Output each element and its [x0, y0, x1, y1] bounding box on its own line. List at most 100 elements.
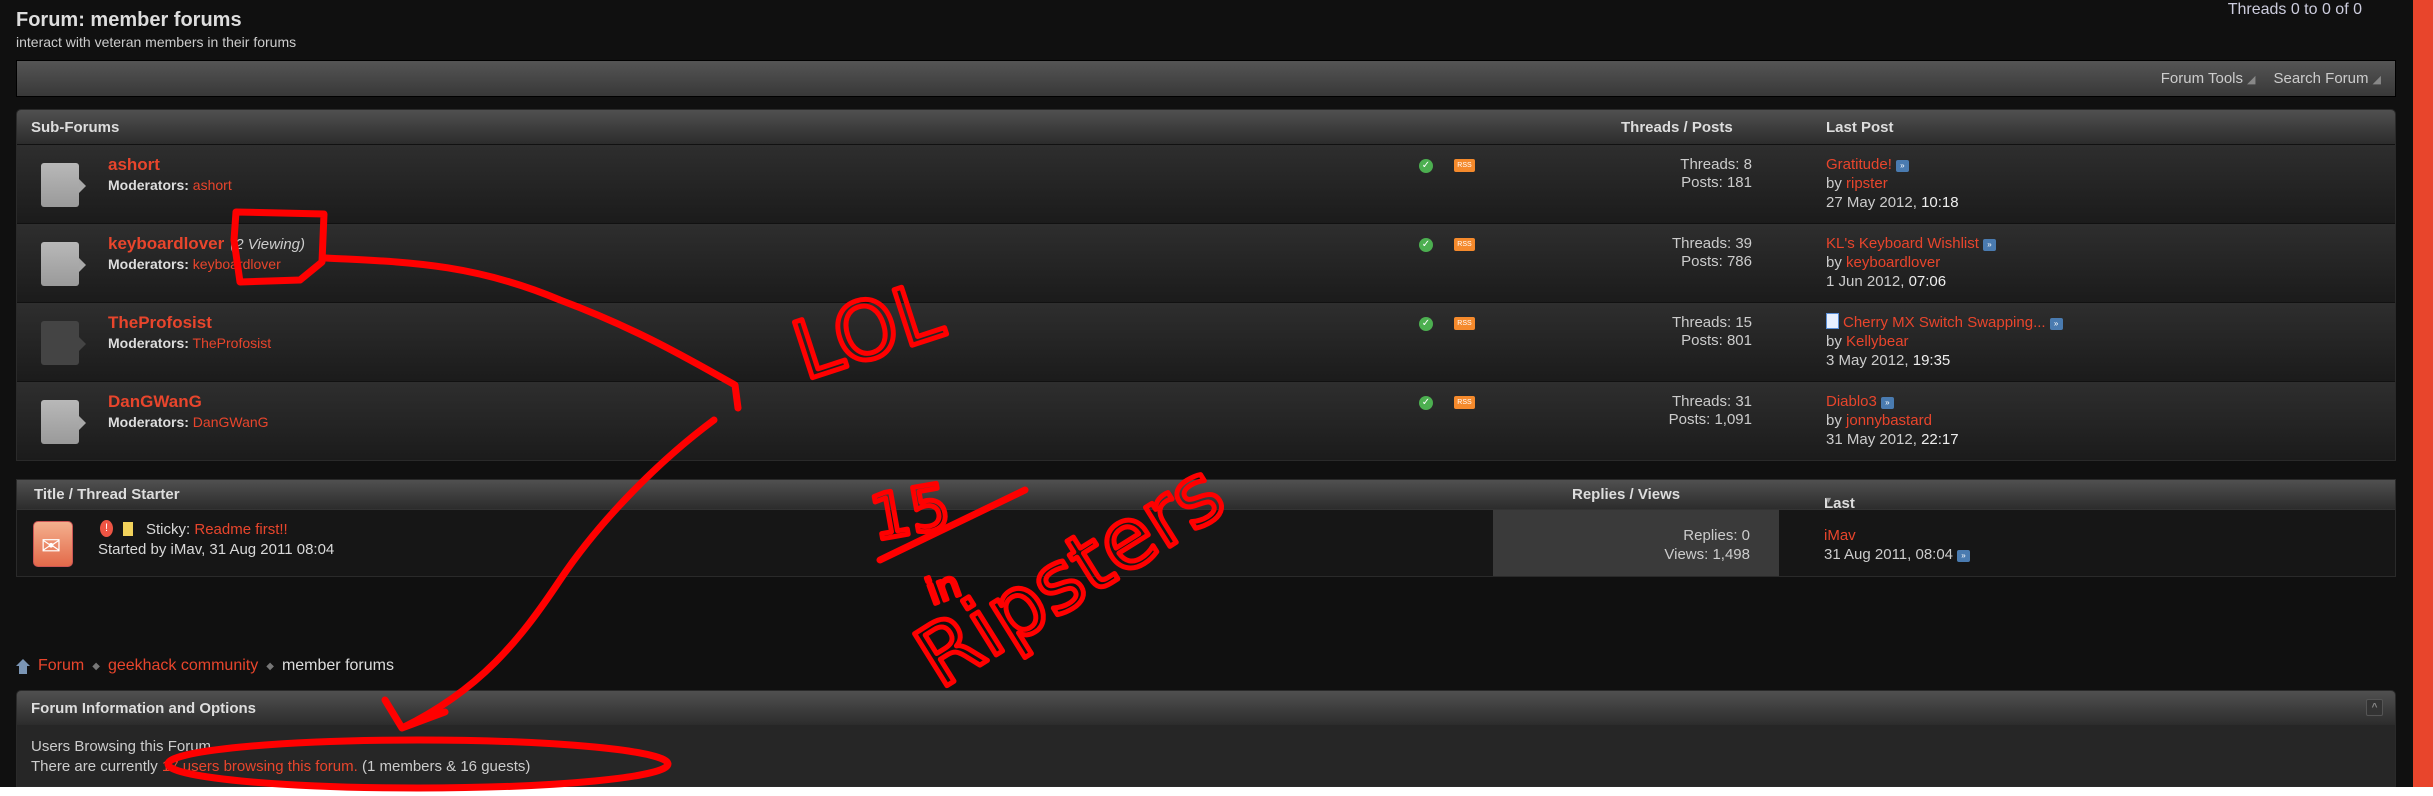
forum-status-icon [41, 242, 86, 286]
breadcrumb-separator-icon: ◆ [266, 660, 274, 672]
page-subtitle: interact with veteran members in their f… [16, 34, 297, 50]
moderator-link[interactable]: keyboardlover [193, 256, 281, 272]
last-poster-link[interactable]: ripster [1846, 175, 1888, 192]
last-poster-link[interactable]: keyboardlover [1846, 254, 1940, 271]
subforum-link[interactable]: ashort [108, 155, 160, 174]
posts-count: Posts: 1,091 [1668, 411, 1752, 428]
subforums-header: Sub-Forums Threads / Posts Last Post [17, 110, 2395, 144]
last-post-link[interactable]: KL's Keyboard Wishlist [1826, 235, 1979, 252]
last-poster-link[interactable]: jonnybastard [1846, 412, 1932, 429]
document-icon [1826, 313, 1839, 329]
forum-info-panel: Forum Information and Options ^ Users Br… [16, 690, 2396, 787]
col-last-post: Last Post [1826, 119, 1894, 136]
thread-starter: Started by iMav, 31 Aug 2011 08:04 [98, 541, 335, 558]
forum-tools-menu[interactable]: Forum Tools ◢ [2161, 70, 2256, 87]
forum-status-icon [41, 163, 86, 207]
go-to-last-post-icon[interactable]: » [1957, 550, 1971, 562]
go-to-last-post-icon[interactable]: » [2049, 318, 2063, 330]
subforum-link[interactable]: DanGWanG [108, 392, 202, 411]
forum-page: Forum: member forums interact with veter… [0, 0, 2413, 787]
forum-toolbar: Forum Tools ◢ Search Forum ◢ [16, 60, 2396, 97]
subforum-row: keyboardlover (2 Viewing) Moderators: key… [17, 223, 2395, 302]
sticky-icon [123, 522, 133, 536]
col-replies-views[interactable]: Replies / Views [1572, 486, 1680, 503]
thread-row: ! Sticky: Readme first!! Started by iMav… [17, 509, 2395, 576]
collapse-icon[interactable]: ^ [2366, 699, 2383, 716]
last-post-date: 1 Jun 2012, [1826, 273, 1905, 290]
last-poster-link[interactable]: Kellybear [1846, 333, 1909, 350]
by-label: by [1826, 254, 1842, 271]
last-post-date: 31 Aug 2011, [1824, 546, 1912, 563]
views-count: Views: 1,498 [1664, 546, 1750, 563]
forum-read-check-icon: ✓ [1419, 317, 1433, 331]
browsing-suffix: (1 members & 16 guests) [361, 758, 531, 775]
last-post-link[interactable]: Gratitude! [1826, 156, 1892, 173]
breadcrumb-forum[interactable]: Forum [38, 657, 84, 675]
forum-status-icon [41, 400, 86, 444]
sort-desc-icon: ▼ [1824, 495, 1833, 505]
search-forum-label: Search Forum [2273, 70, 2369, 87]
rss-icon[interactable]: RSS [1454, 396, 1475, 409]
last-poster-link[interactable]: iMav [1824, 527, 1856, 544]
browsing-prefix: There are currently [31, 758, 158, 775]
moderators-label: Moderators: [108, 414, 189, 430]
col-title[interactable]: Title / Thread Starter [34, 486, 180, 503]
dropdown-arrow-icon: ◢ [2247, 74, 2256, 86]
breadcrumb: Forum ◆ geekhack community ◆ member foru… [16, 657, 394, 675]
locked-envelope-icon [33, 521, 73, 567]
last-post-time: 19:35 [1912, 352, 1951, 369]
subforum-link[interactable]: TheProfosist [108, 313, 212, 332]
subforum-row: ashort Moderators: ashort ✓ RSS Threads:… [17, 144, 2395, 223]
moderator-link[interactable]: TheProfosist [193, 335, 272, 351]
moderators-label: Moderators: [108, 335, 189, 351]
rss-icon[interactable]: RSS [1454, 238, 1475, 251]
home-icon[interactable] [16, 658, 30, 674]
moderator-link[interactable]: DanGWanG [193, 414, 269, 430]
replies-count: Replies: 0 [1683, 527, 1750, 544]
subforum-row: DanGWanG Moderators: DanGWanG ✓ RSS Thre… [17, 381, 2395, 460]
page-title: Forum: member forums [16, 9, 242, 31]
search-forum-menu[interactable]: Search Forum ◢ [2273, 70, 2381, 87]
col-subforums: Sub-Forums [31, 119, 120, 136]
users-browsing-link[interactable]: 17 users browsing this forum. [162, 758, 358, 775]
rss-icon[interactable]: RSS [1454, 317, 1475, 330]
go-to-last-post-icon[interactable]: » [1895, 160, 1909, 172]
breadcrumb-geekhack-community[interactable]: geekhack community [108, 657, 258, 675]
last-post-time: 10:18 [1921, 194, 1959, 211]
moderators-label: Moderators: [108, 256, 189, 272]
last-post-time: 22:17 [1921, 431, 1959, 448]
go-to-last-post-icon[interactable]: » [1982, 239, 1996, 251]
forum-info-header: Forum Information and Options ^ [17, 691, 2395, 725]
go-to-last-post-icon[interactable]: » [1880, 397, 1894, 409]
thread-title-link[interactable]: Readme first!! [194, 521, 287, 538]
sticky-prefix: Sticky: [146, 521, 191, 538]
rss-icon[interactable]: RSS [1454, 159, 1475, 172]
breadcrumb-separator-icon: ◆ [92, 660, 100, 672]
last-post-date: 31 May 2012, [1826, 431, 1917, 448]
threads-table: Title / Thread Starter Replies / Views L… [16, 479, 2396, 577]
posts-count: Posts: 786 [1681, 253, 1752, 270]
threads-header: Title / Thread Starter Replies / Views L… [17, 480, 2395, 546]
users-browsing-text: There are currently 17 users browsing th… [31, 757, 2395, 777]
last-post-link[interactable]: Diablo3 [1826, 393, 1877, 410]
last-post-time: 07:06 [1908, 273, 1947, 290]
subforum-link[interactable]: keyboardlover [108, 234, 224, 253]
moderator-link[interactable]: ashort [193, 177, 232, 193]
forum-read-check-icon: ✓ [1419, 238, 1433, 252]
last-post-link[interactable]: Cherry MX Switch Swapping... [1843, 314, 2046, 331]
breadcrumb-current: member forums [281, 657, 394, 674]
side-strip [2413, 0, 2433, 787]
viewing-count: (2 Viewing) [230, 236, 305, 253]
col-threads-posts: Threads / Posts [1621, 119, 1733, 136]
important-icon: ! [100, 520, 113, 537]
last-post-date: 27 May 2012, [1826, 194, 1917, 211]
posts-count: Posts: 181 [1681, 174, 1752, 191]
moderators-label: Moderators: [108, 177, 189, 193]
by-label: by [1826, 175, 1842, 192]
last-post-date: 3 May 2012, [1826, 352, 1909, 369]
by-label: by [1826, 333, 1842, 350]
threads-count: Threads: 31 [1671, 393, 1752, 410]
forum-tools-label: Forum Tools [2160, 70, 2244, 87]
subforum-row: TheProfosist Moderators: TheProfosist ✓ … [17, 302, 2395, 381]
forum-info-title: Forum Information and Options [31, 700, 256, 717]
